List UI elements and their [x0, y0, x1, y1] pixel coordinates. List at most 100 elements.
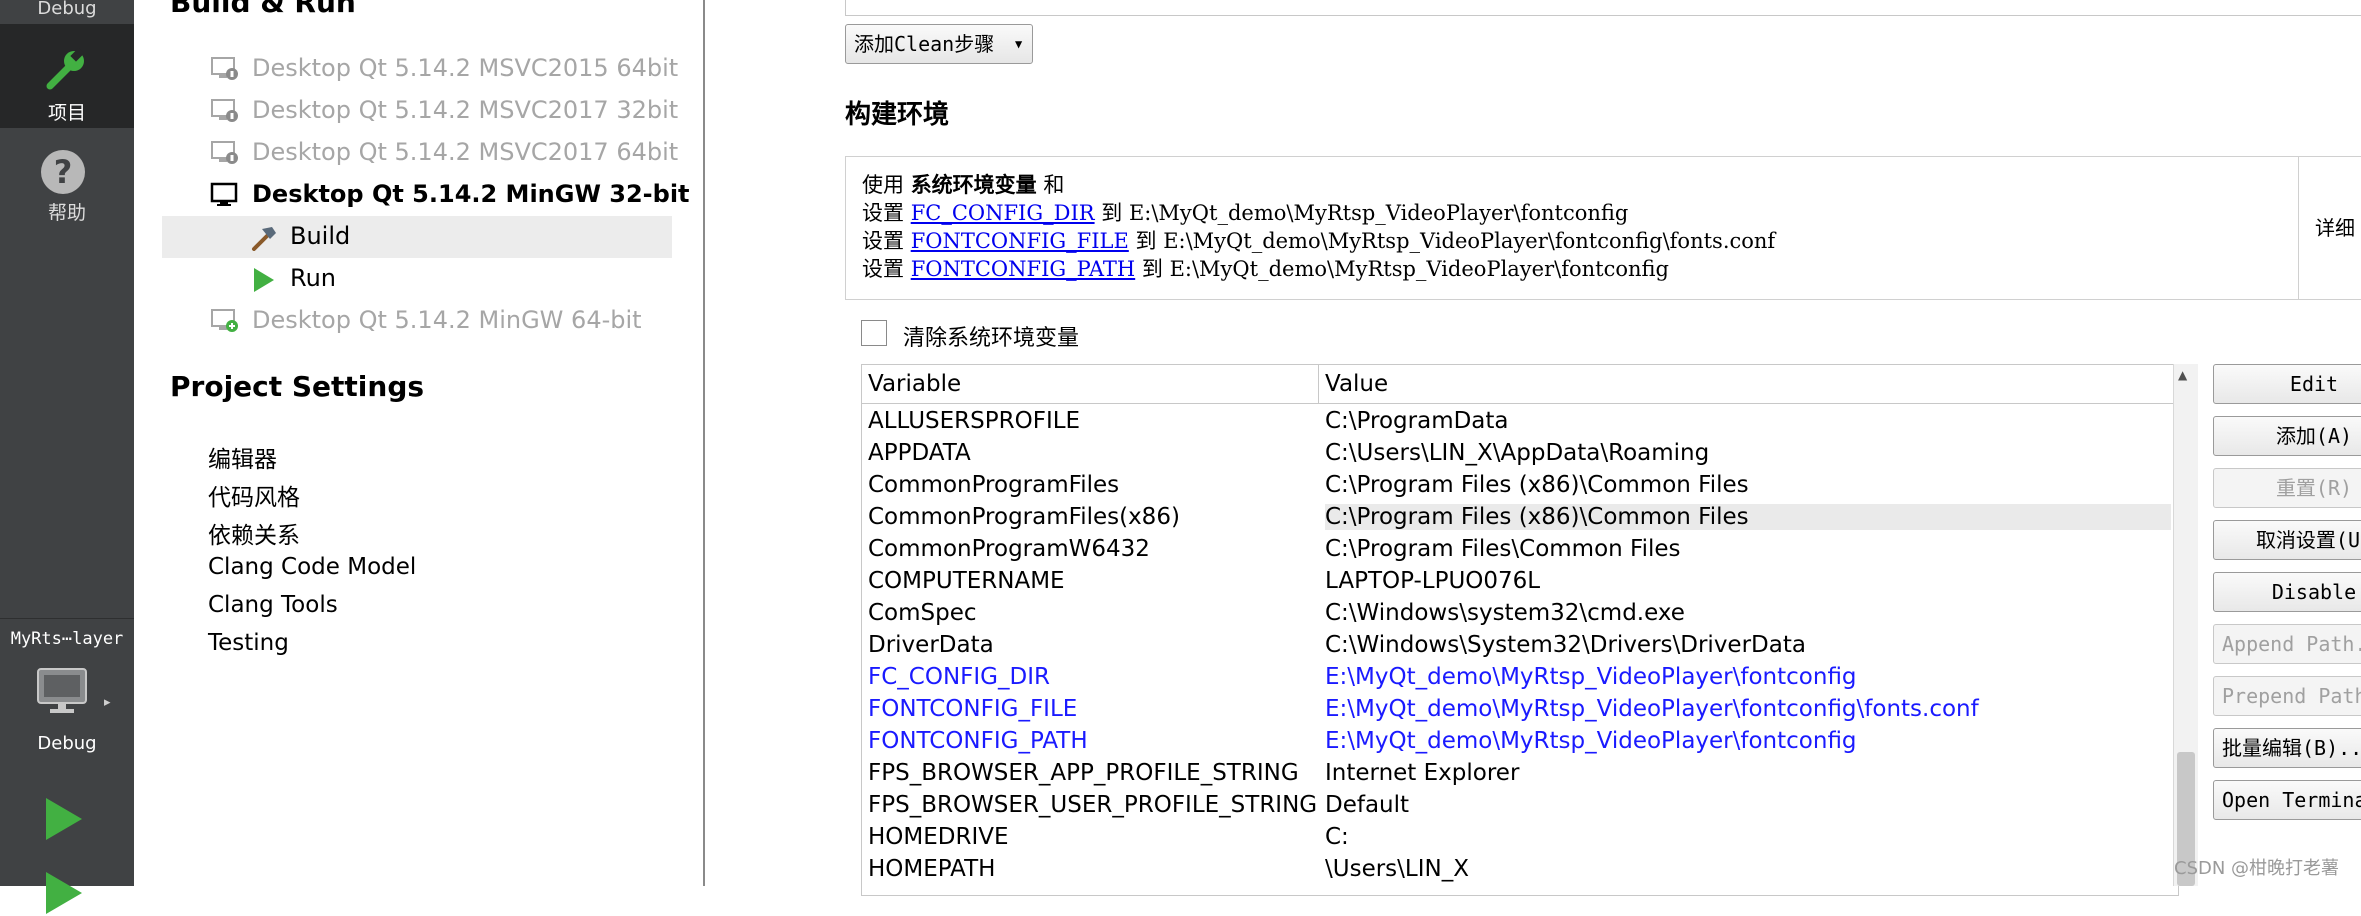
table-row[interactable]: CommonProgramFiles C:\Program Files (x86)…: [862, 471, 2178, 503]
help-icon: ?: [41, 150, 85, 194]
variable-cell: APPDATA: [868, 440, 971, 466]
value-cell: C:\Program Files\Common Files: [1325, 536, 1681, 562]
value-cell: C:: [1325, 824, 1349, 850]
environment-table[interactable]: Variable Value ALLUSERSPROFILE C:\Program…: [861, 364, 2179, 896]
mode-bar: Debug 项目 ? 帮助 MyRts⋯layer ▸ Debug: [0, 0, 134, 914]
table-row[interactable]: FC_CONFIG_DIR E:\MyQt_demo\MyRtsp_VideoPl…: [862, 663, 2178, 695]
table-row[interactable]: DriverData C:\Windows\System32\Drivers\Dr…: [862, 631, 2178, 663]
append-path-button[interactable]: Append Path...: [2213, 624, 2361, 664]
summary-var-link[interactable]: FONTCONFIG_FILE: [911, 229, 1129, 253]
run-icon[interactable]: [42, 796, 84, 842]
variable-cell: CommonProgramFiles: [868, 472, 1120, 498]
summary-set: 设置: [862, 257, 904, 281]
summary-prefix: 使用: [862, 173, 904, 197]
summary-var-link[interactable]: FC_CONFIG_DIR: [911, 201, 1095, 225]
summary-set: 设置: [862, 229, 904, 253]
variable-cell: COMPUTERNAME: [868, 568, 1065, 594]
settings-item-testing[interactable]: Testing: [208, 630, 289, 656]
build-row-highlight: [162, 216, 672, 258]
build-label: Build: [290, 222, 351, 250]
kit-selector[interactable]: MyRts⋯layer ▸ Debug: [0, 618, 134, 759]
variable-cell: FPS_BROWSER_APP_PROFILE_STRING: [868, 760, 1299, 786]
settings-item-dependencies[interactable]: 依赖关系: [208, 516, 300, 550]
monitor-add-icon: [211, 309, 238, 332]
value-cell: Internet Explorer: [1325, 760, 1520, 786]
value-cell: E:\MyQt_demo\MyRtsp_VideoPlayer\fontconf…: [1325, 696, 1979, 722]
disable-button[interactable]: Disable: [2213, 572, 2361, 612]
unset-button[interactable]: 取消设置(U): [2213, 520, 2361, 560]
checkbox-box[interactable]: [861, 320, 887, 346]
watermark: CSDN @柑晚打老薯: [2174, 858, 2340, 879]
open-terminal-button[interactable]: Open Terminal: [2213, 780, 2361, 820]
settings-item-clang-code-model[interactable]: Clang Code Model: [208, 554, 416, 580]
scroll-up-arrow-icon[interactable]: ▲: [2178, 368, 2187, 382]
batch-edit-button[interactable]: 批量编辑(B)...: [2213, 728, 2361, 768]
summary-value: E:\MyQt_demo\MyRtsp_VideoPlayer\fontconf…: [1169, 257, 1669, 281]
build-steps-box: [845, 0, 2361, 16]
mode-projects[interactable]: 项目: [0, 24, 134, 128]
table-row[interactable]: CommonProgramFiles(x86) C:\Program Files …: [862, 503, 2178, 535]
table-row[interactable]: HOMEDRIVE C:: [862, 823, 2178, 855]
settings-item-editor[interactable]: 编辑器: [208, 440, 277, 474]
column-header-variable[interactable]: Variable: [868, 371, 961, 397]
table-row[interactable]: ComSpec C:\Windows\system32\cmd.exe: [862, 599, 2178, 631]
value-cell: LAPTOP-LPUO076L: [1325, 568, 1541, 594]
table-row[interactable]: HOMEPATH \Users\LIN_X: [862, 855, 2178, 887]
mode-help[interactable]: ? 帮助: [0, 130, 134, 228]
build-settings-area: 添加Clean步骤 ▼ 构建环境 使用 系统环境变量 和 设置 FC_CONFI…: [705, 0, 2361, 896]
variable-cell: CommonProgramFiles(x86): [868, 504, 1180, 530]
details-button[interactable]: 详细: [2298, 157, 2361, 299]
add-clean-step-button[interactable]: 添加Clean步骤 ▼: [845, 24, 1034, 64]
table-row[interactable]: FPS_BROWSER_APP_PROFILE_STRING Internet E…: [862, 759, 2178, 791]
table-row[interactable]: ALLUSERSPROFILE C:\ProgramData: [862, 407, 2178, 439]
summary-suffix: 和: [1043, 173, 1065, 197]
variable-cell: FONTCONFIG_PATH: [868, 728, 1088, 754]
kit-label: Desktop Qt 5.14.2 MinGW 64-bit: [252, 306, 642, 334]
environment-summary: 使用 系统环境变量 和 设置 FC_CONFIG_DIR 到 E:\MyQt_d…: [845, 156, 2361, 300]
table-scrollbar[interactable]: ▲: [2173, 364, 2198, 886]
kit-label: Desktop Qt 5.14.2 MSVC2017 32bit: [252, 96, 679, 124]
build-run-header: Build & Run: [170, 0, 356, 19]
column-header-value[interactable]: Value: [1325, 371, 1388, 397]
project-settings-header: Project Settings: [170, 370, 425, 403]
table-row[interactable]: COMPUTERNAME LAPTOP-LPUO076L: [862, 567, 2178, 599]
column-divider[interactable]: [1318, 365, 1319, 403]
variable-cell: DriverData: [868, 632, 994, 658]
reset-button[interactable]: 重置(R): [2213, 468, 2361, 508]
settings-item-code-style[interactable]: 代码风格: [208, 478, 300, 512]
value-cell: C:\ProgramData: [1325, 408, 1509, 434]
mode-debug[interactable]: Debug: [0, 0, 134, 22]
prepend-path-button[interactable]: Prepend Path...: [2213, 676, 2361, 716]
summary-value: E:\MyQt_demo\MyRtsp_VideoPlayer\fontconf…: [1163, 229, 1776, 253]
mode-help-label: 帮助: [47, 202, 86, 224]
mode-projects-label: 项目: [47, 102, 86, 124]
monitor-icon: [37, 668, 87, 713]
variable-cell: HOMEPATH: [868, 856, 996, 882]
build-environment-heading: 构建环境: [845, 100, 950, 130]
kit-label: Desktop Qt 5.14.2 MinGW 32-bit: [252, 180, 690, 208]
table-row[interactable]: CommonProgramW6432 C:\Program Files\Commo…: [862, 535, 2178, 567]
value-cell: C:\Program Files (x86)\Common Files: [1325, 472, 1749, 498]
table-row[interactable]: FPS_BROWSER_USER_PROFILE_STRING Default: [862, 791, 2178, 823]
hammer-icon: [252, 227, 276, 251]
value-cell: Default: [1325, 792, 1410, 818]
debug-run-icon[interactable]: [42, 870, 84, 916]
summary-value: E:\MyQt_demo\MyRtsp_VideoPlayer\fontconf…: [1128, 201, 1629, 225]
monitor-disabled-icon: [211, 141, 238, 164]
table-row[interactable]: FONTCONFIG_PATH E:\MyQt_demo\MyRtsp_Video…: [862, 727, 2178, 759]
variable-cell: CommonProgramW6432: [868, 536, 1150, 562]
add-button[interactable]: 添加(A): [2213, 416, 2361, 456]
kit-config-name: Debug: [37, 733, 97, 754]
settings-item-clang-tools[interactable]: Clang Tools: [208, 592, 338, 618]
edit-button[interactable]: Edit: [2213, 364, 2361, 404]
table-row[interactable]: FONTCONFIG_FILE E:\MyQt_demo\MyRtsp_Video…: [862, 695, 2178, 727]
clear-system-env-label: 清除系统环境变量: [903, 326, 1080, 351]
variable-cell: HOMEDRIVE: [868, 824, 1009, 850]
value-cell: E:\MyQt_demo\MyRtsp_VideoPlayer\fontconf…: [1325, 664, 1857, 690]
value-cell: C:\Windows\system32\cmd.exe: [1325, 600, 1685, 626]
add-clean-step-label: 添加Clean步骤: [854, 32, 995, 56]
table-row[interactable]: APPDATA C:\Users\LIN_X\AppData\Roaming: [862, 439, 2178, 471]
monitor-icon: [210, 182, 238, 206]
summary-to: 到: [1135, 229, 1157, 253]
summary-var-link[interactable]: FONTCONFIG_PATH: [911, 257, 1136, 281]
